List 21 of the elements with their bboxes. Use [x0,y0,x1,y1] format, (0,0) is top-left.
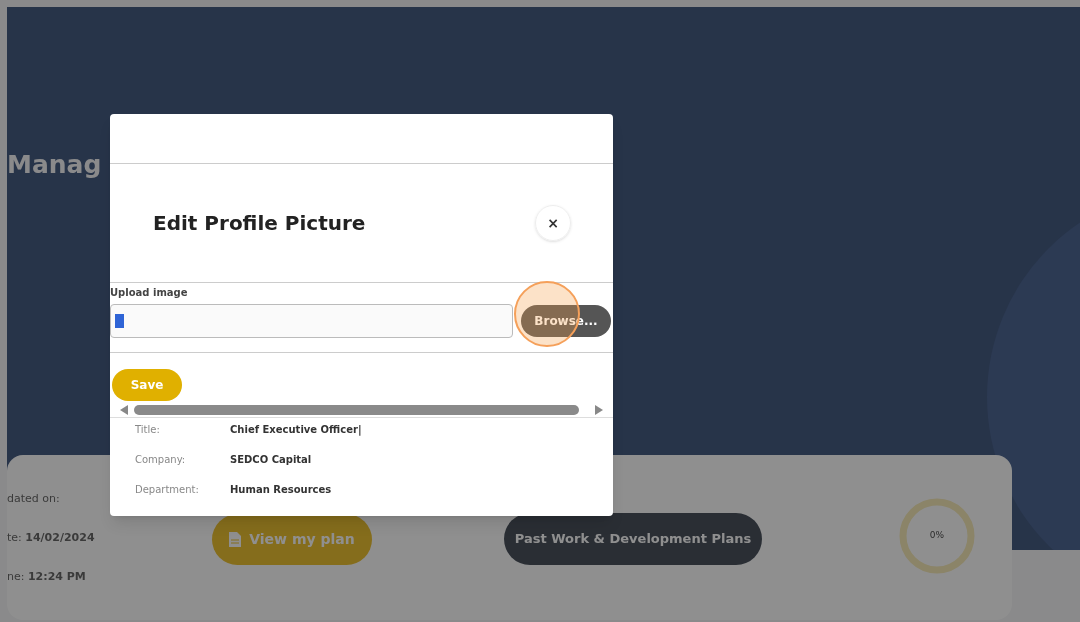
past-plans-button[interactable]: Past Work & Development Plans [504,513,762,565]
page-title: Manag [7,149,102,181]
detail-label: Company: [135,453,187,467]
scroll-left-icon[interactable] [120,405,128,415]
update-date: te: 14/02/2024 [7,530,95,546]
detail-value: Human Resources [230,483,332,497]
updated-label: dated on: [7,491,60,507]
save-button[interactable]: Save [112,369,182,401]
progress-reading: 0% [929,529,945,543]
upload-label: Upload image [110,286,189,300]
detail-label: Department: [135,483,200,497]
scroll-right-icon[interactable] [595,405,603,415]
detail-value: Chief Executive Officer| [230,423,362,437]
horizontal-scrollbar[interactable] [134,405,579,415]
upload-field[interactable] [110,304,513,338]
modal-title: Edit Profile Picture [153,210,366,237]
update-time: ne: 12:24 PM [7,569,86,585]
text-selection-icon [115,314,124,328]
detail-value: SEDCO Capital [230,453,312,467]
document-icon [229,532,242,547]
detail-label: Title: [135,423,161,437]
